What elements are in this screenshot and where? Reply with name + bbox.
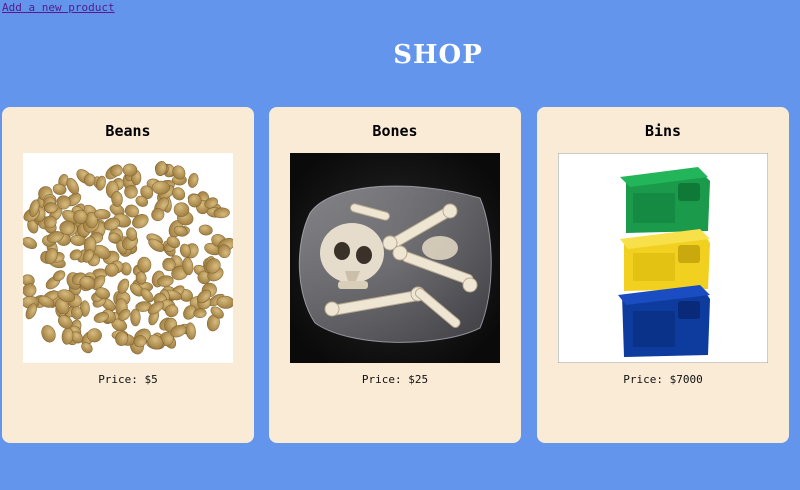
page-title: SHOP bbox=[393, 40, 483, 70]
bones-bag-image bbox=[290, 153, 500, 363]
add-product-link[interactable]: Add a new product bbox=[2, 1, 115, 14]
lentils-image bbox=[23, 153, 233, 363]
lentil bbox=[87, 328, 102, 343]
product-name: Bins bbox=[644, 122, 682, 140]
lentil bbox=[83, 173, 96, 187]
product-price: Price: $5 bbox=[98, 373, 158, 386]
product-list: Beans Price: $5 Bones Price: $25 Bins Pr… bbox=[2, 107, 800, 443]
product-name: Bones bbox=[372, 122, 418, 140]
product-name: Beans bbox=[105, 122, 151, 140]
product-card-bins[interactable]: Bins Price: $7000 bbox=[537, 107, 789, 443]
product-price: Price: $7000 bbox=[623, 373, 703, 386]
lentil bbox=[151, 180, 171, 195]
lentil bbox=[130, 308, 141, 327]
product-price: Price: $25 bbox=[361, 373, 429, 386]
product-card-bones[interactable]: Bones Price: $25 bbox=[269, 107, 521, 443]
stacked-bins-image bbox=[558, 153, 768, 363]
product-card-beans[interactable]: Beans Price: $5 bbox=[2, 107, 254, 443]
